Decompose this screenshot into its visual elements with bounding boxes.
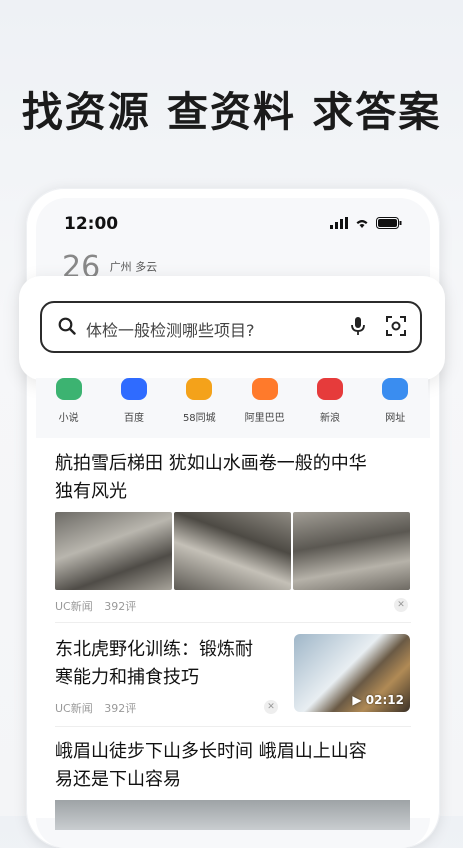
quick-link-label: 小说 xyxy=(58,413,79,424)
article-image xyxy=(174,512,291,590)
baidu-icon xyxy=(120,378,147,400)
sina-icon xyxy=(316,378,343,400)
article-title-line: 东北虎野化训练：锻炼耐 xyxy=(55,639,253,660)
article-comments: 392评 xyxy=(104,702,137,715)
alibaba-icon xyxy=(251,378,278,400)
article-title-line: 航拍雪后梯田 犹如山水画卷一般的中华 xyxy=(55,453,367,474)
divider xyxy=(55,622,411,623)
article-title-line: 独有风光 xyxy=(55,481,127,502)
quick-links-row: 小说 百度 58同城 阿里巴巴 新浪 网址 xyxy=(36,378,428,434)
quick-link-alibaba[interactable]: 阿里巴巴 xyxy=(235,378,295,434)
article-image xyxy=(293,512,410,590)
status-icons xyxy=(330,217,402,229)
article-title-line: 峨眉山徒步下山多长时间 峨眉山上山容 xyxy=(55,741,367,762)
dismiss-icon[interactable]: ✕ xyxy=(264,700,278,714)
quick-link-label: 58同城 xyxy=(182,413,216,424)
quick-link-label: 阿里巴巴 xyxy=(244,413,285,424)
weather-condition: 多云 xyxy=(135,260,158,274)
quick-link-novel[interactable]: 小说 xyxy=(39,378,99,434)
article-title-line: 寒能力和捕食技巧 xyxy=(55,667,199,688)
news-feed: 航拍雪后梯田 犹如山水画卷一般的中华 独有风光 UC新闻 392评 ✕ 东北虎野… xyxy=(36,438,430,830)
article-source: UC新闻 xyxy=(55,600,93,613)
video-duration: ▶ 02:12 xyxy=(352,693,404,707)
58-icon xyxy=(186,378,213,400)
article-title-line: 易还是下山容易 xyxy=(55,769,181,790)
globe-icon xyxy=(382,378,409,400)
weather-city: 广州 xyxy=(109,260,132,274)
quick-link-label: 网址 xyxy=(385,413,406,424)
search-card: 体检一般检测哪些项目? xyxy=(19,276,445,380)
novel-icon xyxy=(55,378,82,400)
search-placeholder: 体检一般检测哪些项目? xyxy=(86,321,255,340)
status-bar: 12:00 xyxy=(64,214,402,236)
video-thumbnail[interactable]: ▶ 02:12 xyxy=(294,634,410,712)
search-input[interactable]: 体检一般检测哪些项目? xyxy=(40,301,422,353)
quick-link-label: 新浪 xyxy=(319,413,340,424)
dismiss-icon[interactable]: ✕ xyxy=(394,598,408,612)
article-title: 航拍雪后梯田 犹如山水画卷一般的中华 独有风光 xyxy=(55,450,367,506)
status-time: 12:00 xyxy=(64,214,119,234)
quick-link-baidu[interactable]: 百度 xyxy=(104,378,164,434)
article-meta: UC新闻 392评 xyxy=(55,700,144,716)
quick-link-58[interactable]: 58同城 xyxy=(169,378,229,434)
article-image xyxy=(55,800,410,830)
battery-icon xyxy=(376,217,402,229)
divider xyxy=(55,726,411,727)
quick-link-sina[interactable]: 新浪 xyxy=(300,378,360,434)
microphone-icon[interactable] xyxy=(350,316,366,336)
search-icon xyxy=(58,317,76,335)
scan-icon[interactable] xyxy=(386,316,406,336)
article-title: 峨眉山徒步下山多长时间 峨眉山上山容 易还是下山容易 xyxy=(55,738,367,794)
article-meta: UC新闻 392评 xyxy=(55,598,144,614)
quick-link-label: 百度 xyxy=(123,413,144,424)
quick-link-websites[interactable]: 网址 xyxy=(365,378,425,434)
article-comments: 392评 xyxy=(104,600,137,613)
article-title: 东北虎野化训练：锻炼耐 寒能力和捕食技巧 xyxy=(55,636,253,692)
promo-headline: 找资源 查资料 求答案 xyxy=(21,88,442,136)
article-source: UC新闻 xyxy=(55,702,93,715)
signal-icon xyxy=(330,217,348,229)
wifi-icon xyxy=(356,220,368,228)
article-image xyxy=(55,512,172,590)
